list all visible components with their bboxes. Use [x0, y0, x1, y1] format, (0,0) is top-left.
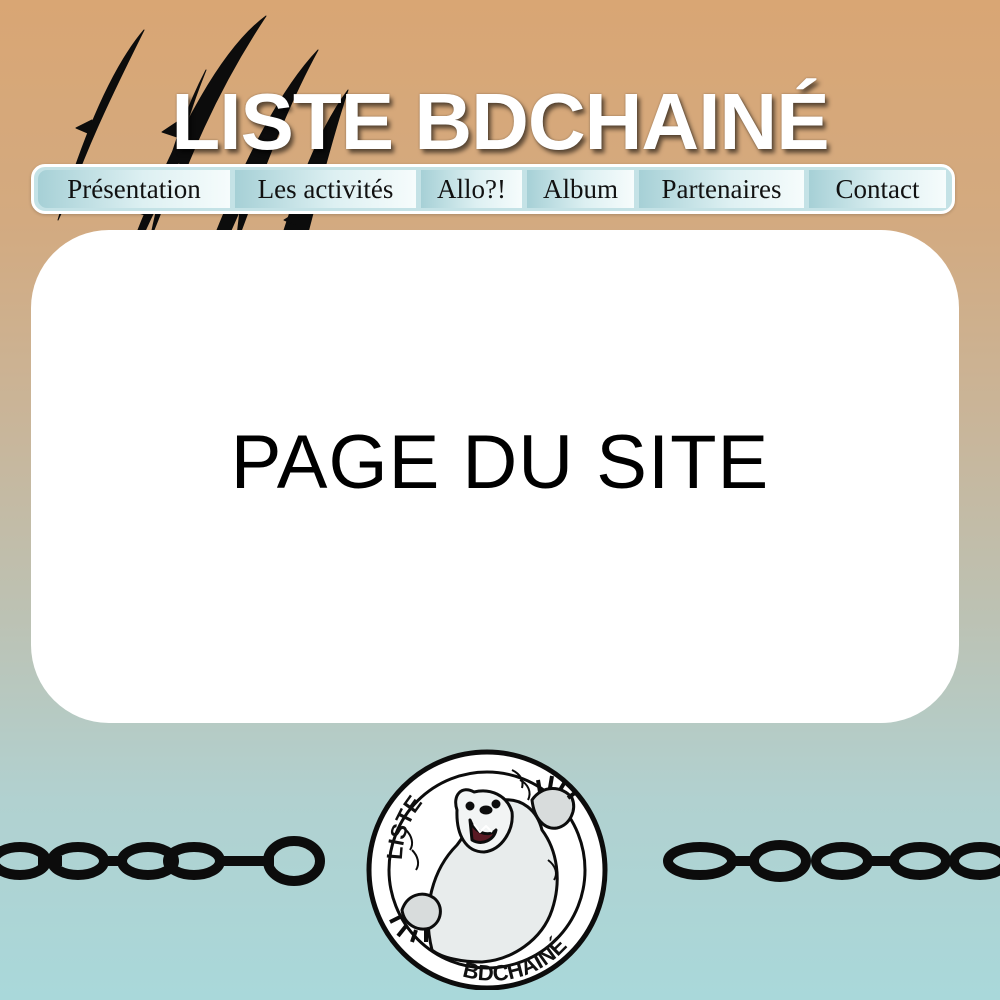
site-title: LISTE BDCHAINÉ: [171, 76, 829, 166]
bear-logo-icon: LISTE BDCHAINÉ: [366, 749, 608, 990]
nav-item-activites[interactable]: Les activités: [235, 170, 416, 208]
nav-item-presentation[interactable]: Présentation: [38, 170, 230, 208]
main-nav: Présentation Les activités Allo?! Album …: [31, 164, 955, 214]
nav-item-album[interactable]: Album: [527, 170, 634, 208]
nav-item-contact[interactable]: Contact: [809, 170, 946, 208]
chain-left-icon: [0, 836, 325, 886]
nav-item-allo[interactable]: Allo?!: [421, 170, 522, 208]
chain-right-icon: [663, 840, 1000, 882]
nav-item-partenaires[interactable]: Partenaires: [639, 170, 804, 208]
page-label: PAGE DU SITE: [230, 420, 770, 505]
